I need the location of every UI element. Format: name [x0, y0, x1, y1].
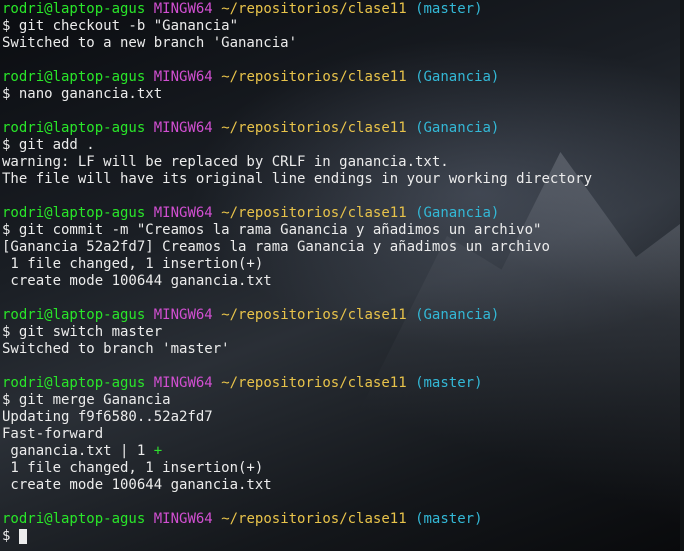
prompt-path: ~/repositorios/clase11 — [221, 69, 407, 85]
prompt-env: MINGW64 — [153, 307, 213, 323]
prompt-line: rodri@laptop-agus MINGW64 ~/repositorios… — [2, 69, 684, 86]
output-line: Updating f9f6580..52a2fd7 — [2, 409, 213, 425]
prompt-user: rodri@laptop-agus — [2, 375, 146, 391]
prompt-branch: (Ganancia) — [415, 307, 500, 323]
prompt-env: MINGW64 — [153, 511, 213, 527]
command-line: $ git commit -m "Creamos la rama Gananci… — [2, 222, 542, 238]
prompt-user: rodri@laptop-agus — [2, 1, 146, 17]
prompt-env: MINGW64 — [153, 120, 213, 136]
prompt-line: rodri@laptop-agus MINGW64 ~/repositorios… — [2, 1, 684, 18]
prompt-branch: (Ganancia) — [415, 205, 500, 221]
output-line: warning: LF will be replaced by CRLF in … — [2, 154, 449, 170]
cursor-block — [18, 528, 27, 544]
output-line: The file will have its original line end… — [2, 171, 593, 187]
prompt-user: rodri@laptop-agus — [2, 205, 146, 221]
prompt-line: rodri@laptop-agus MINGW64 ~/repositorios… — [2, 120, 684, 137]
terminal-output: rodri@laptop-agus MINGW64 ~/repositorios… — [2, 1, 684, 551]
prompt-user: rodri@laptop-agus — [2, 307, 146, 323]
prompt-env: MINGW64 — [153, 1, 213, 17]
command-line: $ git checkout -b "Ganancia" — [2, 18, 239, 34]
command-line: $ git merge Ganancia — [2, 392, 171, 408]
command-line: $ git switch master — [2, 324, 163, 340]
diffstat-text: ganancia.txt | 1 — [2, 443, 154, 459]
prompt-user: rodri@laptop-agus — [2, 120, 146, 136]
command-line: $ git add . — [2, 137, 95, 153]
prompt-branch: (master) — [415, 511, 483, 527]
prompt-path: ~/repositorios/clase11 — [221, 511, 407, 527]
prompt-path: ~/repositorios/clase11 — [221, 120, 407, 136]
prompt-branch: (Ganancia) — [415, 120, 500, 136]
prompt-branch: (master) — [415, 1, 483, 17]
prompt-user: rodri@laptop-agus — [2, 511, 146, 527]
command-input-line[interactable]: $ — [2, 528, 684, 545]
prompt-user: rodri@laptop-agus — [2, 69, 146, 85]
prompt-line: rodri@laptop-agus MINGW64 ~/repositorios… — [2, 511, 684, 528]
diffstat-plus: + — [153, 443, 163, 459]
prompt-branch: (master) — [415, 375, 483, 391]
prompt-env: MINGW64 — [153, 375, 213, 391]
diffstat-line: ganancia.txt | 1 + — [2, 443, 684, 460]
scrollbar[interactable] — [680, 0, 684, 551]
prompt-line: rodri@laptop-agus MINGW64 ~/repositorios… — [2, 205, 684, 222]
command-line: $ nano ganancia.txt — [2, 86, 163, 102]
output-line: Switched to a new branch 'Ganancia' — [2, 35, 298, 51]
output-line: Switched to branch 'master' — [2, 341, 230, 357]
prompt-path: ~/repositorios/clase11 — [221, 1, 407, 17]
output-line: create mode 100644 ganancia.txt — [2, 273, 272, 289]
prompt-branch: (Ganancia) — [415, 69, 500, 85]
output-line: 1 file changed, 1 insertion(+) — [2, 256, 264, 272]
output-line: create mode 100644 ganancia.txt — [2, 477, 272, 493]
prompt-path: ~/repositorios/clase11 — [221, 375, 407, 391]
output-line: 1 file changed, 1 insertion(+) — [2, 460, 264, 476]
prompt-env: MINGW64 — [153, 205, 213, 221]
prompt-line: rodri@laptop-agus MINGW64 ~/repositorios… — [2, 375, 684, 392]
prompt-path: ~/repositorios/clase11 — [221, 307, 407, 323]
output-line: Fast-forward — [2, 426, 104, 442]
prompt-dollar: $ — [2, 528, 19, 544]
output-line: [Ganancia 52a2fd7] Creamos la rama Ganan… — [2, 239, 550, 255]
terminal-window[interactable]: rodri@laptop-agus MINGW64 ~/repositorios… — [0, 0, 684, 551]
prompt-path: ~/repositorios/clase11 — [221, 205, 407, 221]
prompt-line: rodri@laptop-agus MINGW64 ~/repositorios… — [2, 307, 684, 324]
prompt-env: MINGW64 — [153, 69, 213, 85]
